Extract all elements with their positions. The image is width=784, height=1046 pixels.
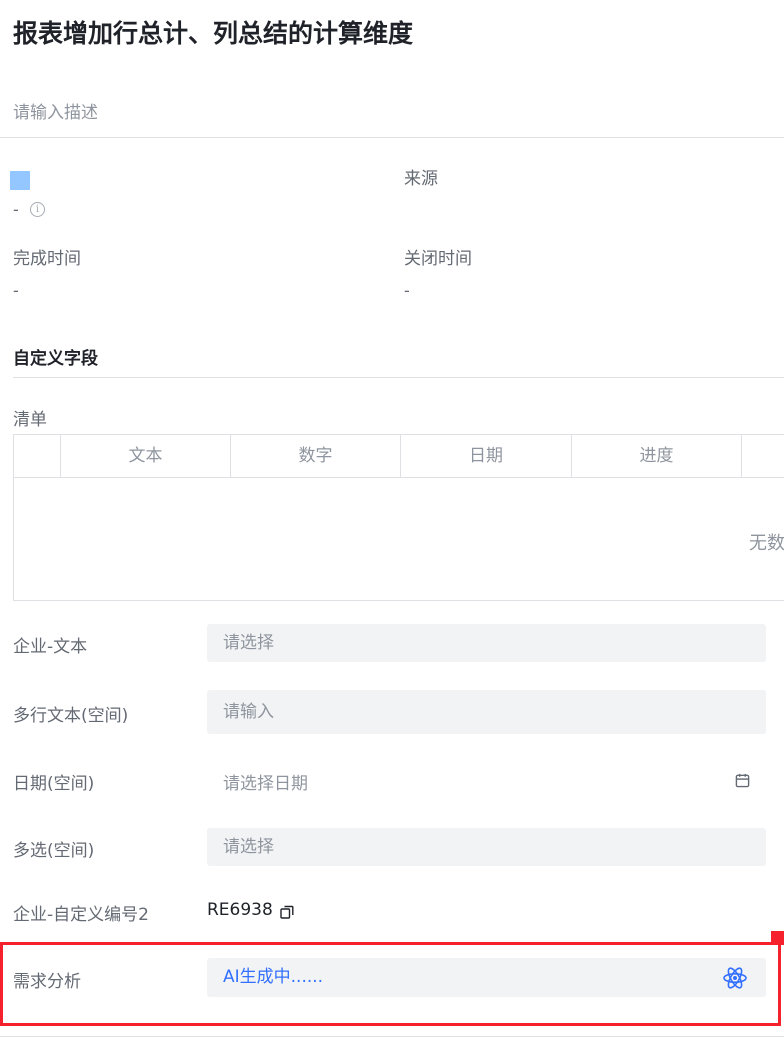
checklist-label: 清单 [13, 410, 47, 430]
multiselect-select[interactable]: 请选择 [207, 828, 766, 866]
field1-value: - [13, 200, 19, 219]
complete-time-label: 完成时间 [13, 249, 81, 269]
checklist-table: 文本 数字 日期 进度 无数 [13, 434, 784, 601]
ai-atom-icon[interactable] [722, 965, 748, 991]
multiline-text-input[interactable]: 请输入 [207, 690, 766, 734]
field-label-multiselect: 多选(空间) [13, 841, 95, 861]
source-label: 来源 [404, 169, 438, 189]
date-picker-input[interactable]: 请选择日期 [223, 769, 308, 794]
field-label-requirement-analysis: 需求分析 [13, 972, 81, 992]
page-title[interactable]: 报表增加行总计、列总结的计算维度 [13, 14, 413, 50]
ai-generating-text: AI生成中...... [223, 967, 324, 987]
complete-time-value: - [13, 281, 19, 300]
table-empty-text: 无数 [749, 533, 784, 554]
custom-number-value: RE6938 [207, 900, 273, 920]
table-header-cell[interactable] [741, 435, 784, 477]
custom-fields-title: 自定义字段 [13, 349, 98, 369]
field-label-multiline-text: 多行文本(空间) [13, 706, 129, 726]
table-header-cell[interactable]: 日期 [400, 435, 571, 477]
description-input[interactable]: 请输入描述 [13, 98, 98, 123]
enterprise-text-select[interactable]: 请选择 [207, 624, 766, 662]
table-header-cell[interactable]: 进度 [571, 435, 741, 477]
close-time-label: 关闭时间 [404, 249, 472, 269]
section-divider [13, 377, 784, 378]
requirement-analysis-field[interactable]: AI生成中...... [207, 958, 766, 997]
close-time-value: - [404, 281, 410, 300]
info-icon[interactable]: i [30, 202, 45, 217]
field-label-date: 日期(空间) [13, 774, 95, 794]
field-label-custom-number: 企业-自定义编号2 [13, 905, 149, 925]
color-swatch [10, 171, 30, 190]
bottom-divider [0, 1036, 784, 1037]
copy-icon[interactable] [280, 905, 294, 919]
table-header-cell[interactable]: 文本 [60, 435, 230, 477]
table-header-cell[interactable]: 数字 [230, 435, 400, 477]
divider [0, 137, 784, 138]
field-label-enterprise-text: 企业-文本 [13, 637, 88, 657]
table-header: 文本 数字 日期 进度 [14, 435, 784, 478]
calendar-icon[interactable] [735, 773, 750, 788]
